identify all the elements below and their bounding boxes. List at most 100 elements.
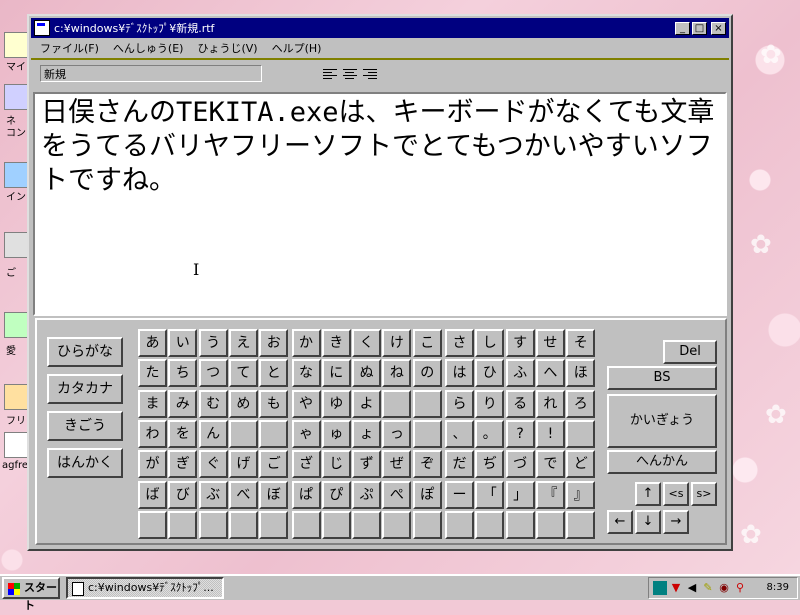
kana-key[interactable]: ろ [566,389,596,418]
kana-key[interactable]: っ [382,419,412,448]
mode-halfwidth-button[interactable]: はんかく [47,448,123,478]
kana-key[interactable]: つ [198,359,228,388]
kana-key[interactable]: る [505,389,535,418]
kana-key[interactable]: ぷ [352,480,382,509]
kana-key[interactable]: こ [412,329,442,357]
kana-key[interactable]: と [259,359,289,388]
menu-edit[interactable]: へんしゅう(E) [106,39,191,57]
kana-key[interactable]: ば [138,480,167,509]
menu-view[interactable]: ひょうじ(V) [190,39,264,57]
kana-key[interactable]: う [198,329,228,357]
network-tray-icon[interactable] [653,581,667,595]
kana-key[interactable]: げ [228,450,258,479]
minimize-button[interactable]: _ [675,21,690,35]
kana-key[interactable]: 、 [445,419,474,448]
search-icon[interactable]: ⚲ [733,581,747,595]
kana-key[interactable] [505,510,535,539]
taskbar-window-button[interactable]: c:¥windows¥ﾃﾞｽｸﾄｯﾌﾟ... [66,577,224,599]
eye-icon[interactable]: ◉ [717,581,731,595]
kana-key[interactable] [198,510,228,539]
kana-key[interactable]: ー [445,480,474,509]
kana-key[interactable]: ん [198,419,228,448]
convert-button[interactable]: へんかん [607,450,717,474]
align-center-icon[interactable] [343,69,357,81]
kana-key[interactable]: の [412,359,442,388]
close-button[interactable]: × [711,21,726,35]
kana-key[interactable]: び [168,480,198,509]
kana-key[interactable]: で [535,450,565,479]
kana-key[interactable]: よ [352,389,382,418]
kana-key[interactable]: ぜ [382,450,412,479]
kana-key[interactable] [535,510,565,539]
kana-key[interactable]: ぎ [168,450,198,479]
kana-key[interactable]: さ [445,329,474,357]
kana-key[interactable]: か [291,329,321,357]
kana-key[interactable]: ゃ [291,419,321,448]
kana-key[interactable]: す [505,329,535,357]
kana-key[interactable]: れ [535,389,565,418]
menu-file[interactable]: ファイル(F) [33,39,106,57]
kana-key[interactable]: み [168,389,198,418]
kana-key[interactable]: む [198,389,228,418]
kana-key[interactable] [566,510,596,539]
kana-key[interactable]: た [138,359,167,388]
maximize-button[interactable]: □ [692,21,707,35]
left-arrow-button[interactable]: ← [607,510,633,534]
kana-key[interactable] [259,510,289,539]
kana-key[interactable]: じ [321,450,351,479]
kana-key[interactable]: お [259,329,289,357]
kana-key[interactable]: ま [138,389,167,418]
kana-key[interactable]: し [475,329,505,357]
kana-key[interactable]: べ [228,480,258,509]
title-bar[interactable]: c:¥windows¥ﾃﾞｽｸﾄｯﾌﾟ¥新規.rtf _ □ × [31,18,729,38]
align-left-icon[interactable] [323,69,337,81]
pen-icon[interactable]: ✎ [701,581,715,595]
kana-key[interactable]: は [445,359,474,388]
kana-key[interactable]: ぞ [412,450,442,479]
mode-symbols-button[interactable]: きごう [47,411,123,441]
kana-key[interactable]: ぴ [321,480,351,509]
kana-key[interactable]: 』 [566,480,596,509]
kana-key[interactable]: ぺ [382,480,412,509]
kana-key[interactable]: ぬ [352,359,382,388]
next-s-button[interactable]: s> [691,482,717,506]
kana-key[interactable]: ぢ [475,450,505,479]
kana-key[interactable] [566,419,596,448]
kana-key[interactable] [138,510,167,539]
kana-key[interactable]: へ [535,359,565,388]
kana-key[interactable]: ね [382,359,412,388]
kana-key[interactable]: わ [138,419,167,448]
kana-key[interactable]: せ [535,329,565,357]
kana-key[interactable]: ち [168,359,198,388]
kana-key[interactable]: が [138,450,167,479]
speaker-icon[interactable]: ◀ [685,581,699,595]
kana-key[interactable]: い [168,329,198,357]
kana-key[interactable] [412,389,442,418]
kana-key[interactable]: ょ [352,419,382,448]
kana-key[interactable] [168,510,198,539]
kana-key[interactable]: ? [505,419,535,448]
style-field[interactable]: 新規 [40,65,262,82]
kana-key[interactable]: も [259,389,289,418]
kana-key[interactable]: ぐ [198,450,228,479]
up-arrow-button[interactable]: ↑ [635,482,661,506]
kana-key[interactable]: な [291,359,321,388]
kana-key[interactable]: ぶ [198,480,228,509]
kana-key[interactable]: ざ [291,450,321,479]
kana-key[interactable] [445,510,474,539]
menu-help[interactable]: ヘルプ(H) [265,39,329,57]
kana-key[interactable]: や [291,389,321,418]
kana-key[interactable]: 。 [475,419,505,448]
kana-key[interactable]: に [321,359,351,388]
start-button[interactable]: スタート [2,577,60,612]
kana-key[interactable]: き [321,329,351,357]
kana-key[interactable]: 「 [475,480,505,509]
kana-key[interactable]: を [168,419,198,448]
newline-button[interactable]: かいぎょう [607,394,717,448]
align-right-icon[interactable] [363,69,377,81]
kana-key[interactable]: ほ [566,359,596,388]
kana-key[interactable]: ゆ [321,389,351,418]
kana-key[interactable]: づ [505,450,535,479]
kana-key[interactable] [412,510,442,539]
kana-key[interactable] [259,419,289,448]
